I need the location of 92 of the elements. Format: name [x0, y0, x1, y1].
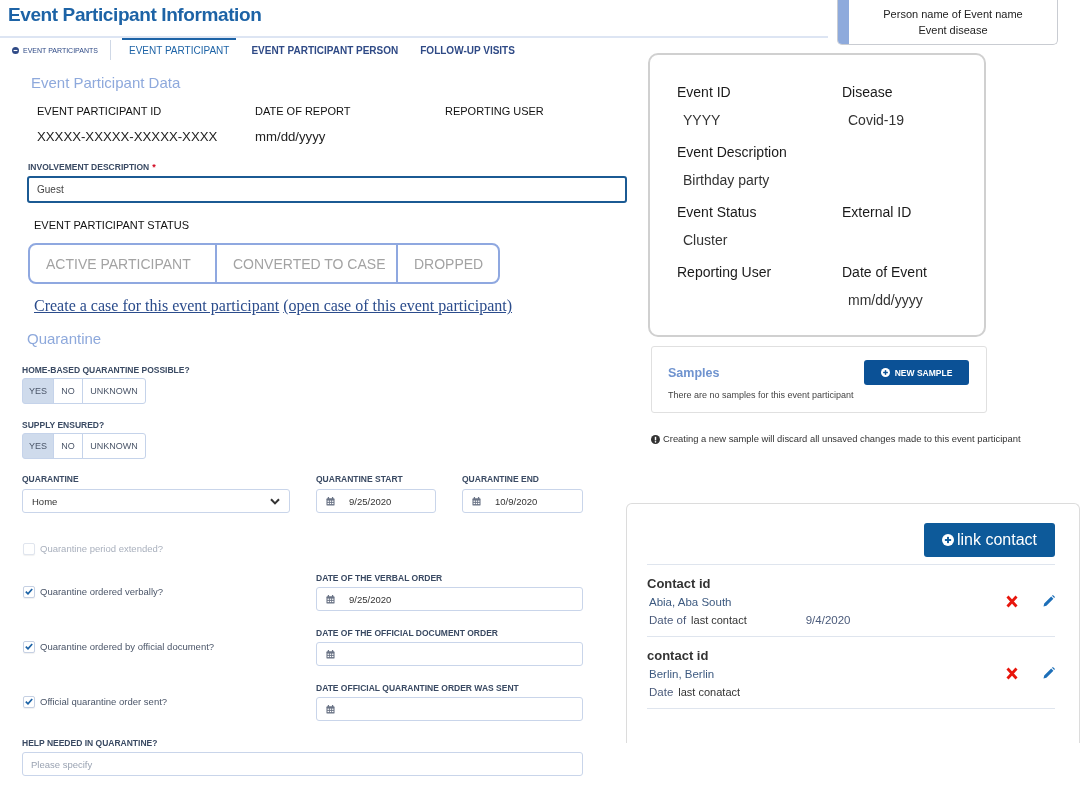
page-title: Event Participant Information [8, 4, 262, 26]
field-label: DATE OFFICIAL QUARANTINE ORDER WAS SENT [316, 682, 520, 694]
cross-icon[interactable] [1006, 666, 1018, 680]
calendar-icon [326, 704, 335, 714]
date-field[interactable] [316, 697, 583, 721]
field-label: Event ID [677, 83, 731, 101]
field-label: DATE OF THE OFFICIAL DOCUMENT ORDER [316, 627, 499, 639]
checkbox-label: Quarantine ordered verbally? [40, 584, 164, 599]
field-label: EVENT PARTICIPANT ID [37, 104, 162, 118]
field-value: XXXXX-XXXXX-XXXXX-XXXX [37, 128, 218, 146]
field-value: Cluster [682, 231, 728, 249]
new-sample-button[interactable]: NEW SAMPLE [864, 360, 969, 385]
minus-circle-icon [12, 46, 19, 54]
toggle-option[interactable]: UNKNOWN [82, 433, 146, 459]
field-label: Event Status [677, 203, 757, 221]
cross-icon[interactable] [1006, 594, 1018, 608]
pencil-icon[interactable] [1043, 595, 1055, 607]
checkbox[interactable] [23, 585, 35, 598]
involvement-input[interactable]: Guest [27, 176, 627, 203]
pencil-icon[interactable] [1043, 667, 1055, 679]
field-value: Birthday party [682, 171, 770, 189]
date-label: Date [649, 685, 674, 700]
contact-location: Abia, Aba South [648, 595, 732, 610]
plus-circle-icon [941, 534, 954, 546]
check-icon [25, 698, 33, 705]
empty-message: There are no samples for this event participant [668, 389, 855, 401]
field-label: DATE OF THE VERBAL ORDER [316, 572, 444, 584]
date-note: last conatact [678, 685, 741, 700]
field-label: External ID [842, 203, 912, 221]
calendar-icon [326, 594, 335, 604]
contact-id: Contact id [647, 576, 711, 592]
info-icon [651, 434, 660, 444]
checkbox-label: Quarantine ordered by official document? [40, 639, 215, 654]
toggle-option[interactable]: UNKNOWN [82, 378, 146, 404]
checkbox-label: Quarantine period extended? [40, 542, 164, 556]
samples-heading: Samples [668, 365, 720, 380]
text-link[interactable]: Create a case for this event participant [34, 296, 280, 316]
checkbox[interactable] [23, 640, 35, 653]
section-heading: Quarantine [27, 330, 102, 348]
date-field[interactable] [316, 642, 583, 666]
text-link[interactable]: (open case of this event participant) [283, 296, 512, 316]
date-field[interactable]: 9/25/2020 [316, 489, 436, 513]
summary-subtitle: Event disease [918, 23, 988, 37]
toggle-option[interactable]: YES [22, 433, 54, 459]
field-label: HELP NEEDED IN QUARANTINE? [22, 737, 159, 749]
checkbox-label: Official quarantine order sent? [40, 694, 168, 709]
notice-text: Creating a new sample will discard all unsaved changes made to this event participant [663, 433, 1021, 445]
quarantine-select[interactable]: Home [22, 489, 290, 513]
contact-id: contact id [647, 648, 709, 664]
field-label: Disease [842, 83, 893, 101]
contact-location: Berlin, Berlin [648, 667, 715, 682]
calendar-icon [326, 649, 335, 659]
toggle-option[interactable]: NO [53, 378, 83, 404]
check-icon [25, 588, 33, 595]
field-value: Covid-19 [847, 111, 905, 129]
calendar-icon [326, 496, 335, 506]
field-label: QUARANTINE END [462, 473, 539, 485]
contact-date: 9/4/2020 [805, 613, 851, 628]
field-value: YYYY [682, 111, 721, 129]
tab[interactable]: FOLLOW-UP VISITS [413, 38, 522, 60]
field-value: mm/dd/yyyy [255, 128, 326, 146]
toggle-option[interactable]: NO [53, 433, 83, 459]
check-icon [25, 643, 33, 650]
summary-title: Person name of Event name [883, 7, 1023, 21]
field-label: HOME-BASED QUARANTINE POSSIBLE? [22, 364, 190, 376]
field-label: INVOLVEMENT DESCRIPTION [28, 161, 150, 173]
link-contact-button[interactable]: link contact [924, 523, 1055, 557]
field-value: mm/dd/yyyy [847, 291, 923, 309]
field-label: EVENT PARTICIPANT STATUS [34, 218, 190, 232]
field-label: QUARANTINE [22, 473, 79, 485]
field-label: SUPPLY ENSURED? [22, 419, 105, 431]
field-label: QUARANTINE START [316, 473, 403, 485]
field-label: Date of Event [842, 263, 927, 281]
chevron-down-icon [270, 497, 280, 505]
section-heading: Event Participant Data [31, 74, 181, 92]
checkbox[interactable] [23, 695, 35, 708]
field-label: Event Description [677, 143, 787, 161]
tab[interactable]: EVENT PARTICIPANT PERSON [244, 38, 406, 60]
date-note: last contact [691, 613, 747, 628]
accent-bar [838, 0, 849, 44]
date-label: Date of [649, 613, 687, 628]
help-input[interactable]: Please specify [22, 752, 583, 776]
field-label: REPORTING USER [445, 104, 544, 118]
field-label: Reporting User [677, 263, 772, 281]
toggle-option[interactable]: YES [22, 378, 54, 404]
date-field[interactable]: 10/9/2020 [462, 489, 583, 513]
required-mark: * [152, 161, 156, 173]
date-field[interactable]: 9/25/2020 [316, 587, 583, 611]
field-label: DATE OF REPORT [255, 104, 351, 118]
tab[interactable]: EVENT PARTICIPANT [122, 38, 237, 60]
calendar-icon [472, 496, 481, 506]
plus-circle-icon [880, 368, 890, 377]
